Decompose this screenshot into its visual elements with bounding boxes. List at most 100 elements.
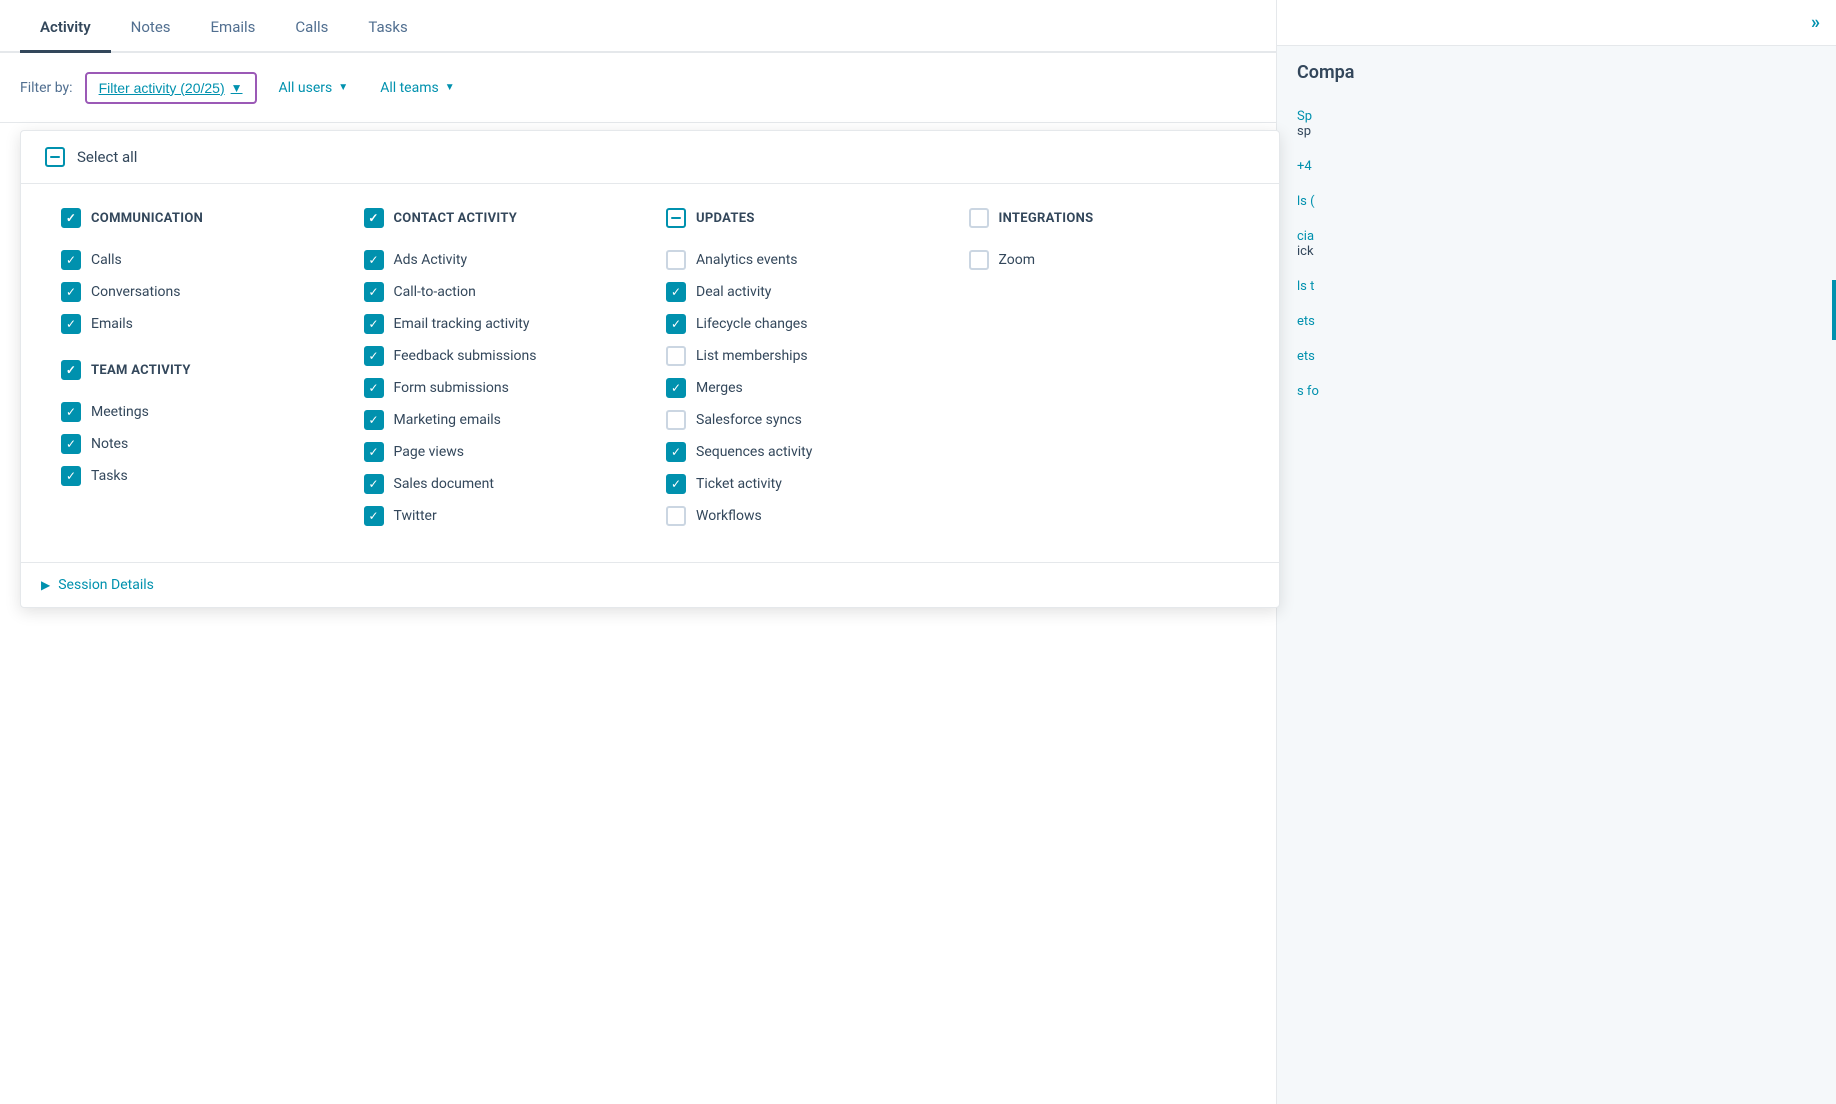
tab-notes[interactable]: Notes — [111, 2, 191, 53]
salesforce-syncs-label: Salesforce syncs — [696, 412, 802, 428]
list-item[interactable]: ✓ Page views — [364, 436, 635, 468]
list-item[interactable]: ✓ Ads Activity — [364, 244, 635, 276]
list-item[interactable]: Analytics events — [666, 244, 937, 276]
list-item[interactable]: ✓ Sequences activity — [666, 436, 937, 468]
feedback-checkbox[interactable]: ✓ — [364, 346, 384, 366]
list-item[interactable]: Workflows — [666, 500, 937, 532]
sidebar-expand-icon[interactable]: » — [1811, 12, 1820, 33]
zoom-checkbox[interactable] — [969, 250, 989, 270]
updates-items: Analytics events ✓ Deal activity ✓ Lifec… — [666, 244, 937, 532]
communication-column: ✓ COMMUNICATION ✓ Calls ✓ Conversations … — [45, 208, 348, 532]
calls-checkbox[interactable]: ✓ — [61, 250, 81, 270]
calls-label: Calls — [91, 252, 122, 268]
updates-checkbox[interactable] — [666, 208, 686, 228]
communication-items: ✓ Calls ✓ Conversations ✓ Emails — [61, 244, 332, 340]
all-teams-dropdown[interactable]: All teams ▼ — [370, 74, 464, 102]
list-item[interactable]: ✓ Tasks — [61, 460, 332, 492]
page-wrapper: Activity Notes Emails Calls Tasks » Filt… — [0, 0, 1836, 1104]
workflows-checkbox[interactable] — [666, 506, 686, 526]
contact-activity-header: ✓ CONTACT ACTIVITY — [364, 208, 635, 228]
workflows-label: Workflows — [696, 508, 762, 524]
filter-activity-label: Filter activity (20/25) — [99, 80, 225, 96]
analytics-events-label: Analytics events — [696, 252, 798, 268]
list-item[interactable]: ✓ Call-to-action — [364, 276, 635, 308]
tasks-label: Tasks — [91, 468, 128, 484]
list-item[interactable]: Zoom — [969, 244, 1240, 276]
all-teams-label: All teams — [380, 80, 439, 96]
list-item[interactable]: ✓ Conversations — [61, 276, 332, 308]
filter-activity-arrow: ▼ — [231, 81, 243, 95]
conversations-checkbox[interactable]: ✓ — [61, 282, 81, 302]
all-users-dropdown[interactable]: All users ▼ — [269, 74, 359, 102]
filter-activity-button[interactable]: Filter activity (20/25) ▼ — [85, 72, 257, 104]
all-users-label: All users — [279, 80, 333, 96]
list-item[interactable]: ✓ Email tracking activity — [364, 308, 635, 340]
session-details-row[interactable]: ▶ Session Details — [21, 562, 1279, 607]
list-item[interactable]: ✓ Sales document — [364, 468, 635, 500]
select-all-row[interactable]: Select all — [21, 131, 1279, 184]
list-memberships-checkbox[interactable] — [666, 346, 686, 366]
filter-by-label: Filter by: — [20, 80, 73, 96]
tab-activity[interactable]: Activity — [20, 2, 111, 53]
notes-checkbox[interactable]: ✓ — [61, 434, 81, 454]
list-item[interactable]: ✓ Notes — [61, 428, 332, 460]
list-item[interactable]: ✓ Lifecycle changes — [666, 308, 937, 340]
ticket-activity-checkbox[interactable]: ✓ — [666, 474, 686, 494]
meetings-checkbox[interactable]: ✓ — [61, 402, 81, 422]
sidebar-right-item: ls ( — [1277, 184, 1836, 219]
list-item[interactable]: ✓ Ticket activity — [666, 468, 937, 500]
right-sidebar: » Compa Spsp +4 ls ( ciaick ls t ets ets… — [1276, 0, 1836, 1104]
ads-activity-checkbox[interactable]: ✓ — [364, 250, 384, 270]
marketing-emails-label: Marketing emails — [394, 412, 501, 428]
list-item[interactable]: ✓ Deal activity — [666, 276, 937, 308]
sidebar-right-item: Spsp — [1277, 99, 1836, 149]
salesforce-syncs-checkbox[interactable] — [666, 410, 686, 430]
tab-calls[interactable]: Calls — [275, 2, 348, 53]
call-to-action-label: Call-to-action — [394, 284, 476, 300]
marketing-emails-checkbox[interactable]: ✓ — [364, 410, 384, 430]
call-to-action-checkbox[interactable]: ✓ — [364, 282, 384, 302]
list-item[interactable]: ✓ Merges — [666, 372, 937, 404]
communication-label: COMMUNICATION — [91, 211, 203, 226]
meetings-label: Meetings — [91, 404, 149, 420]
merges-checkbox[interactable]: ✓ — [666, 378, 686, 398]
emails-label: Emails — [91, 316, 133, 332]
list-item[interactable]: ✓ Meetings — [61, 396, 332, 428]
analytics-events-checkbox[interactable] — [666, 250, 686, 270]
list-item[interactable]: List memberships — [666, 340, 937, 372]
twitter-checkbox[interactable]: ✓ — [364, 506, 384, 526]
emails-checkbox[interactable]: ✓ — [61, 314, 81, 334]
tasks-checkbox[interactable]: ✓ — [61, 466, 81, 486]
all-teams-arrow: ▼ — [445, 82, 455, 93]
list-item[interactable]: ✓ Feedback submissions — [364, 340, 635, 372]
sidebar-right-item: ciaick — [1277, 219, 1836, 269]
conversations-label: Conversations — [91, 284, 180, 300]
integrations-checkbox[interactable] — [969, 208, 989, 228]
deal-activity-checkbox[interactable]: ✓ — [666, 282, 686, 302]
list-item[interactable]: Salesforce syncs — [666, 404, 937, 436]
twitter-label: Twitter — [394, 508, 437, 524]
team-activity-checkbox[interactable]: ✓ — [61, 360, 81, 380]
list-item[interactable]: ✓ Twitter — [364, 500, 635, 532]
form-submissions-checkbox[interactable]: ✓ — [364, 378, 384, 398]
list-item[interactable]: ✓ Marketing emails — [364, 404, 635, 436]
sequences-activity-checkbox[interactable]: ✓ — [666, 442, 686, 462]
list-item[interactable]: ✓ Emails — [61, 308, 332, 340]
communication-checkbox[interactable]: ✓ — [61, 208, 81, 228]
sequences-activity-label: Sequences activity — [696, 444, 812, 460]
activity-filter-dropdown-panel: Select all ✓ COMMUNICATION ✓ Calls ✓ Con… — [20, 130, 1280, 608]
list-item[interactable]: ✓ Form submissions — [364, 372, 635, 404]
page-views-checkbox[interactable]: ✓ — [364, 442, 384, 462]
tab-emails[interactable]: Emails — [191, 2, 276, 53]
tab-tasks[interactable]: Tasks — [348, 2, 427, 53]
team-activity-items: ✓ Meetings ✓ Notes ✓ Tasks — [61, 396, 332, 492]
email-tracking-checkbox[interactable]: ✓ — [364, 314, 384, 334]
sales-document-checkbox[interactable]: ✓ — [364, 474, 384, 494]
ads-activity-label: Ads Activity — [394, 252, 468, 268]
lifecycle-changes-checkbox[interactable]: ✓ — [666, 314, 686, 334]
select-all-checkbox[interactable] — [45, 147, 65, 167]
all-users-arrow: ▼ — [338, 82, 348, 93]
list-item[interactable]: ✓ Calls — [61, 244, 332, 276]
contact-activity-checkbox[interactable]: ✓ — [364, 208, 384, 228]
communication-header: ✓ COMMUNICATION — [61, 208, 332, 228]
